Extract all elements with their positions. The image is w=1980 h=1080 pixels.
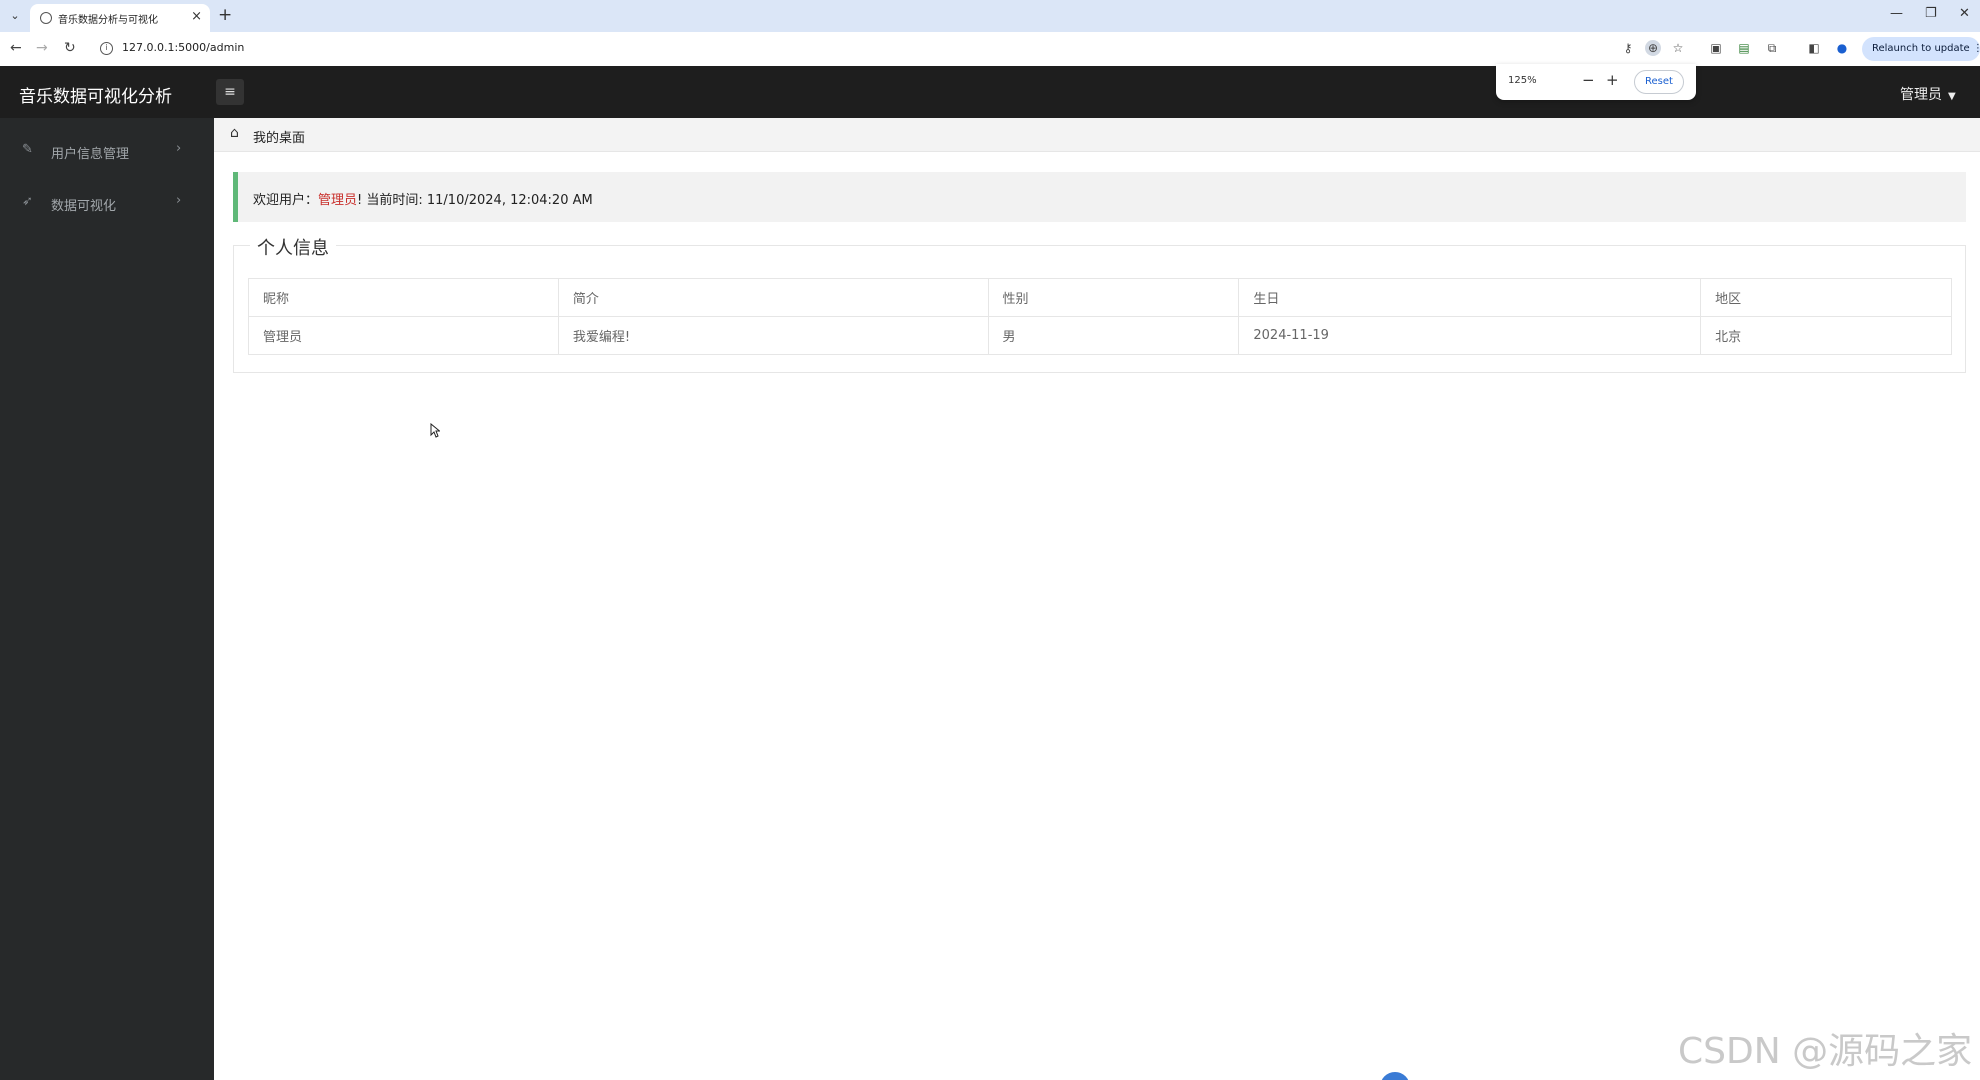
zoom-in-button[interactable]: + — [1606, 71, 1619, 89]
table-cell: 北京 — [1700, 316, 1952, 355]
table-header-cell: 昵称 — [248, 278, 559, 317]
close-tab-icon[interactable]: × — [191, 9, 202, 24]
sidebar-item-user-management[interactable]: ✎ 用户信息管理 › — [0, 130, 214, 174]
user-menu[interactable]: 管理员 ▼ — [1900, 84, 1956, 104]
browser-tab[interactable]: 音乐数据分析与可视化 × — [30, 4, 210, 32]
table-cell: 男 — [987, 316, 1240, 355]
reload-icon[interactable]: ↻ — [64, 40, 76, 56]
table-cell: 管理员 — [248, 316, 559, 355]
zoom-reset-button[interactable]: Reset — [1634, 70, 1684, 94]
watermark: CSDN @源码之家 — [1678, 1031, 1973, 1072]
table-row: 管理员 我爱编程! 男 2024-11-19 北京 — [248, 316, 1952, 355]
user-menu-label: 管理员 — [1900, 87, 1942, 103]
edit-icon: ✎ — [22, 142, 33, 157]
welcome-username: 管理员 — [318, 193, 358, 208]
zoom-level: 125% — [1508, 75, 1537, 86]
extension-icon[interactable]: ▣ — [1708, 40, 1724, 56]
back-icon[interactable]: ← — [10, 40, 22, 56]
tab-search-icon[interactable]: ⌄ — [6, 7, 24, 25]
home-icon[interactable]: ⌂ — [230, 125, 239, 141]
browser-tabstrip: ⌄ 音乐数据分析与可视化 × + — ❐ ✕ — [0, 0, 1980, 32]
floating-button[interactable] — [1380, 1072, 1410, 1080]
chevron-right-icon: › — [176, 193, 182, 208]
welcome-prefix: 欢迎用户： — [253, 193, 319, 208]
welcome-text: 欢迎用户：管理员! 当前时间: 11/10/2024, 12:04:20 AM — [253, 189, 593, 208]
table-header-cell: 简介 — [557, 278, 989, 317]
minimize-icon[interactable]: — — [1890, 6, 1903, 21]
relaunch-label: Relaunch to update — [1872, 43, 1970, 54]
close-window-icon[interactable]: ✕ — [1959, 6, 1970, 21]
welcome-banner: 欢迎用户：管理员! 当前时间: 11/10/2024, 12:04:20 AM — [233, 172, 1966, 222]
welcome-suffix: ! 当前时间: 11/10/2024, 12:04:20 AM — [357, 193, 593, 208]
zoom-icon[interactable]: ⊕ — [1645, 40, 1661, 56]
menu-toggle-icon[interactable]: ≡ — [216, 79, 244, 105]
table-header-cell: 地区 — [1700, 278, 1952, 317]
sidebar-item-data-visualization[interactable]: ➶ 数据可视化 › — [0, 182, 214, 226]
profile-icon[interactable]: ● — [1834, 40, 1850, 56]
puzzle-icon[interactable]: ⧉ — [1764, 40, 1780, 56]
new-tab-icon[interactable]: + — [218, 5, 232, 25]
app-logo: 音乐数据可视化分析 — [19, 87, 172, 107]
tab-title: 音乐数据分析与可视化 — [58, 15, 158, 26]
table-header-row: 昵称 简介 性别 生日 地区 — [248, 278, 1952, 317]
zoom-popup: 125% − + Reset — [1496, 64, 1696, 100]
bookmark-star-icon[interactable]: ☆ — [1670, 40, 1686, 56]
browser-toolbar: ← → ↻ i 127.0.0.1:5000/admin ⚷ ⊕ ☆ ▣ ▤ ⧉… — [0, 32, 1980, 66]
sidebar-item-label: 数据可视化 — [51, 199, 117, 214]
send-icon: ➶ — [22, 194, 33, 209]
address-bar[interactable]: 127.0.0.1:5000/admin — [122, 41, 244, 54]
caret-down-icon: ▼ — [1948, 91, 1956, 102]
profile-legend: 个人信息 — [250, 234, 336, 260]
sidebar: ✎ 用户信息管理 › ➶ 数据可视化 › — [0, 118, 214, 1080]
table-cell: 我爱编程! — [557, 316, 989, 355]
table-header-cell: 生日 — [1238, 278, 1702, 317]
profile-fieldset: 个人信息 昵称 简介 性别 生日 地区 管理员 我爱编程! 男 2024-11-… — [233, 234, 1966, 373]
chevron-right-icon: › — [176, 141, 182, 156]
site-info-icon[interactable]: i — [100, 42, 113, 55]
download-extension-icon[interactable]: ▤ — [1736, 40, 1752, 56]
profile-table: 昵称 简介 性别 生日 地区 管理员 我爱编程! 男 2024-11-19 北京 — [248, 278, 1952, 355]
relaunch-button[interactable]: Relaunch to update ⋮ — [1862, 37, 1980, 61]
breadcrumb-label[interactable]: 我的桌面 — [253, 127, 305, 146]
password-key-icon[interactable]: ⚷ — [1620, 40, 1636, 56]
mouse-cursor-icon — [430, 423, 440, 438]
side-panel-icon[interactable]: ◧ — [1806, 40, 1822, 56]
globe-icon — [40, 12, 52, 24]
table-cell: 2024-11-19 — [1238, 316, 1702, 355]
table-header-cell: 性别 — [987, 278, 1240, 317]
sidebar-item-label: 用户信息管理 — [51, 147, 130, 162]
forward-icon[interactable]: → — [36, 40, 48, 56]
zoom-out-button[interactable]: − — [1582, 71, 1595, 89]
restore-icon[interactable]: ❐ — [1925, 6, 1937, 21]
breadcrumb: ⌂ 我的桌面 — [214, 118, 1980, 152]
